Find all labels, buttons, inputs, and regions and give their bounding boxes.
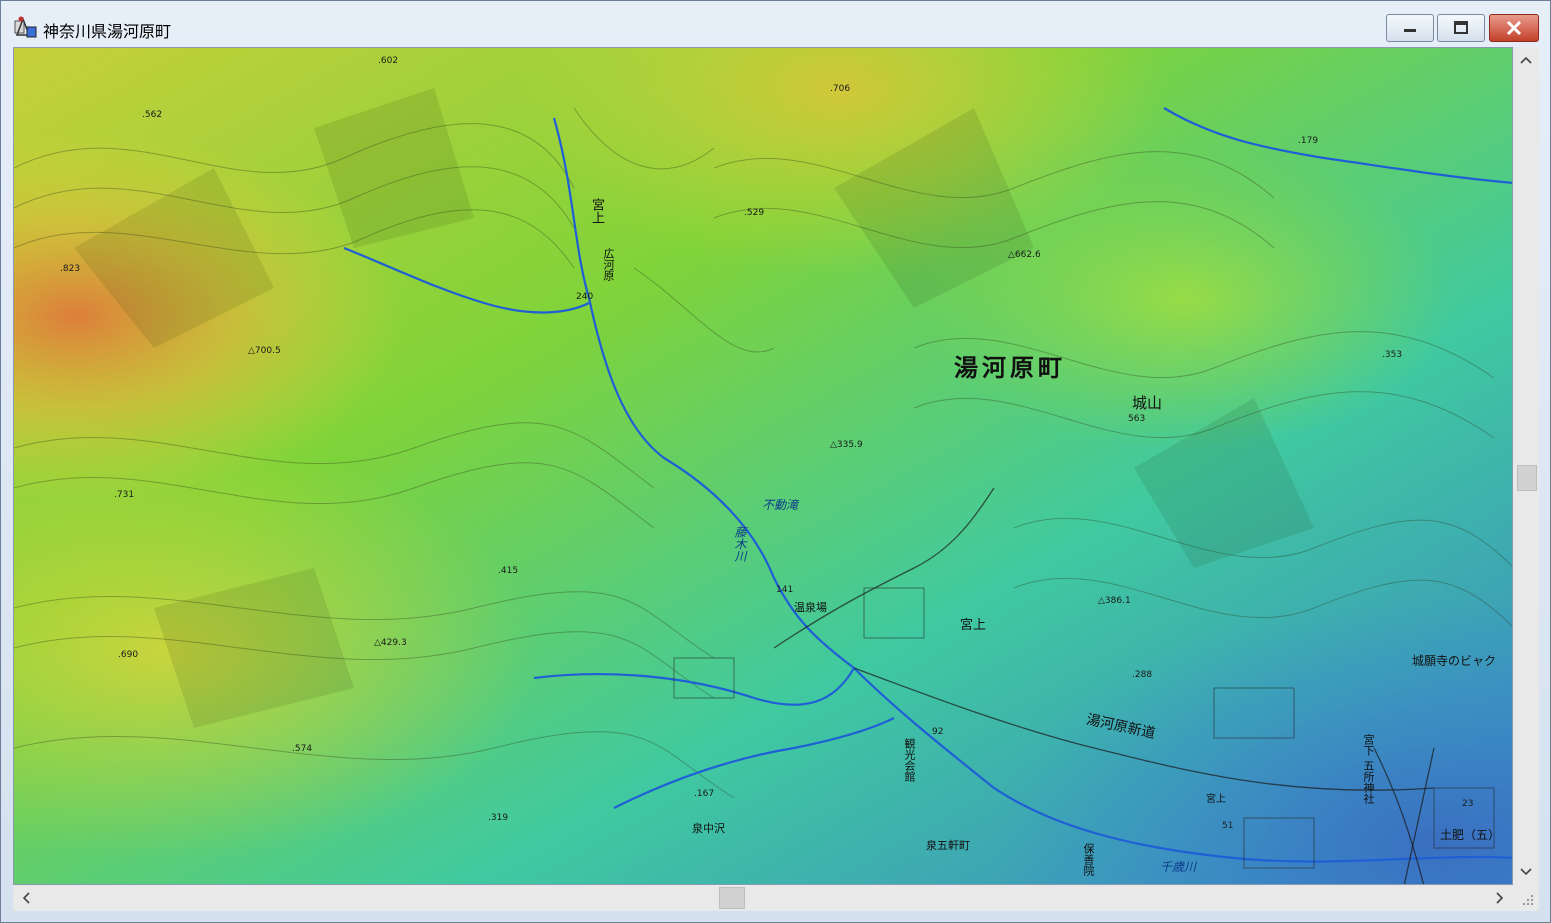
maximize-icon <box>1454 21 1468 34</box>
spot-height-335: △335.9 <box>830 440 863 450</box>
spot-height-353: .353 <box>1382 350 1403 360</box>
spot-height-574: .574 <box>292 744 313 754</box>
spot-height-700: △700.5 <box>248 346 281 356</box>
minimize-button[interactable] <box>1386 14 1434 42</box>
terrain-map <box>14 48 1512 884</box>
map-label-miyanoue-north: 宮上 <box>589 198 604 224</box>
horizontal-scroll-thumb[interactable] <box>719 887 745 909</box>
spot-height-563: 563 <box>1128 414 1146 424</box>
minimize-icon <box>1404 29 1416 32</box>
spot-height-690: .690 <box>118 650 139 660</box>
map-label-shiroyama: 城山 <box>1132 394 1163 412</box>
map-label-fudotaki: 不動滝 <box>762 498 799 512</box>
map-label-miyakami-south: 宮上 <box>1206 794 1226 805</box>
map-canvas[interactable]: 湯河原町 城山 宮上 広河原 不動滝 藤木川 温泉場 宮上 観光会館 泉五軒町 … <box>13 47 1513 885</box>
spot-height-386: △386.1 <box>1098 596 1131 606</box>
map-label-miyanoue-center: 宮上 <box>960 618 987 633</box>
spot-height-823: .823 <box>60 264 81 274</box>
map-label-fujikigawa: 藤木川 <box>733 526 747 562</box>
spot-height-92: 92 <box>932 727 944 737</box>
map-label-miyashita: 宮下 <box>1362 734 1375 756</box>
spot-height-288: .288 <box>1132 670 1153 680</box>
spot-height-662: △662.6 <box>1008 250 1041 260</box>
title-bar[interactable]: 神奈川県湯河原町 <box>1 1 1550 45</box>
maximize-button[interactable] <box>1437 14 1485 42</box>
app-map-icon[interactable] <box>13 15 39 41</box>
horizontal-scrollbar[interactable] <box>13 885 1513 911</box>
spot-height-51: 51 <box>1222 821 1234 831</box>
scroll-up-button[interactable] <box>1513 47 1539 73</box>
map-label-chitosegawa: 千歳川 <box>1160 860 1197 874</box>
map-label-kanko-kaikan: 観光会館 <box>903 738 916 782</box>
map-label-dohi: 土肥（五） <box>1440 828 1501 842</box>
spot-height-319: .319 <box>488 813 509 823</box>
spot-height-529: .529 <box>744 208 765 218</box>
scroll-right-button[interactable] <box>1487 885 1513 911</box>
resize-grip-icon <box>1523 895 1533 905</box>
spot-height-23: 23 <box>1462 799 1474 809</box>
scroll-up-icon <box>1520 56 1532 64</box>
close-button[interactable] <box>1489 14 1539 42</box>
scroll-left-button[interactable] <box>13 885 39 911</box>
spot-height-562: .562 <box>142 110 163 120</box>
spot-height-141: 141 <box>776 585 794 595</box>
scroll-right-icon <box>1496 892 1504 904</box>
map-label-izuminakazawa: 泉中沢 <box>692 822 725 835</box>
spot-height-602: .602 <box>378 56 399 66</box>
scroll-down-button[interactable] <box>1513 859 1539 885</box>
spot-height-415: .415 <box>498 566 519 576</box>
spot-height-240: 240 <box>576 292 594 302</box>
spot-height-179: .179 <box>1298 136 1319 146</box>
map-label-hozenin: 保善院 <box>1082 843 1095 876</box>
spot-height-706: .706 <box>830 84 851 94</box>
close-icon <box>1506 20 1522 36</box>
resize-grip[interactable] <box>1513 885 1539 911</box>
scroll-down-icon <box>1520 868 1532 876</box>
map-label-goshojinja: 五所神社 <box>1362 760 1375 804</box>
window-title: 神奈川県湯河原町 <box>43 22 172 41</box>
spot-height-429: △429.3 <box>374 638 407 648</box>
scroll-left-icon <box>22 892 30 904</box>
map-window: 神奈川県湯河原町 湯河原町 城山 宮上 広河原 不動滝 藤木川 温泉場 宮上 観… <box>0 0 1551 923</box>
spot-height-731: .731 <box>114 490 135 500</box>
map-label-onsenba: 温泉場 <box>794 601 827 614</box>
vertical-scroll-thumb[interactable] <box>1517 465 1537 491</box>
map-label-izumigoken: 泉五軒町 <box>926 839 970 852</box>
map-label-town: 湯河原町 <box>954 354 1066 382</box>
map-label-joganji: 城願寺のビャク <box>1412 654 1497 668</box>
spot-height-167: .167 <box>694 789 715 799</box>
map-label-hirokawara: 広河原 <box>602 248 615 281</box>
vertical-scrollbar[interactable] <box>1513 47 1539 885</box>
